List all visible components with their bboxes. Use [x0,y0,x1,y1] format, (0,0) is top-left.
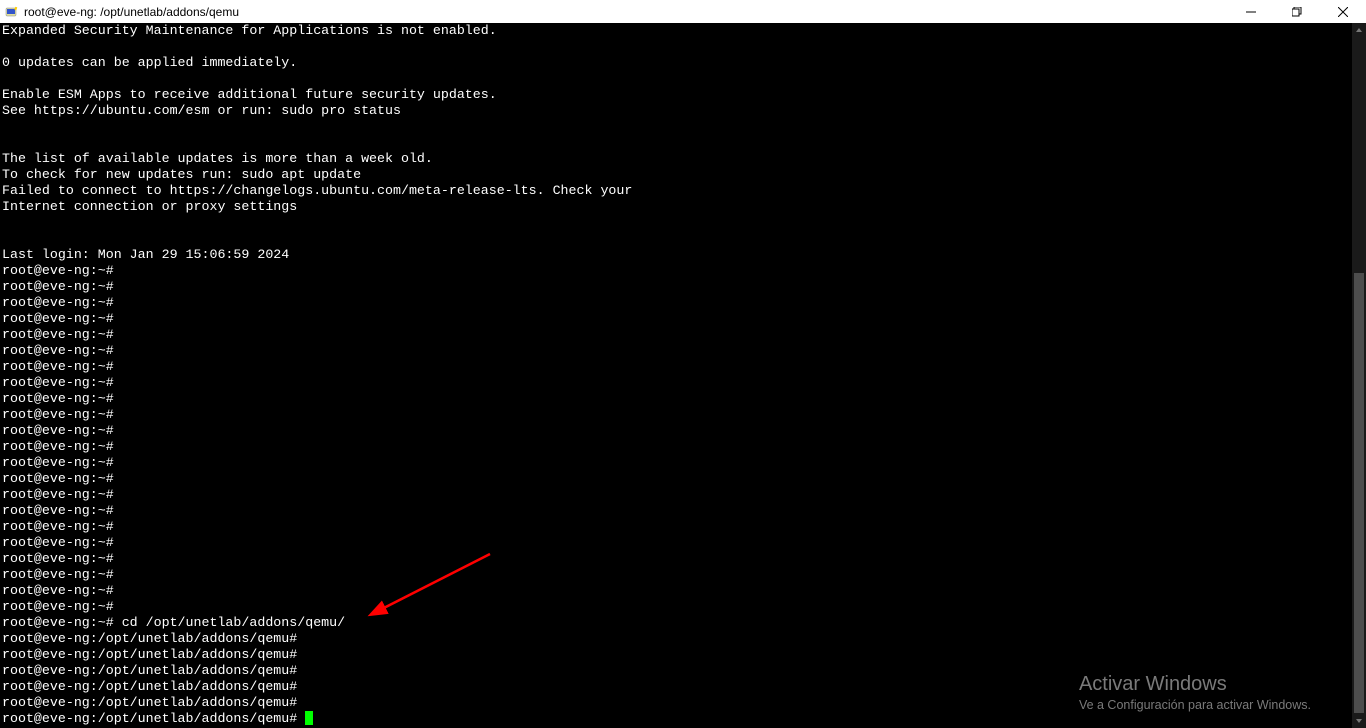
maximize-button[interactable] [1274,0,1320,23]
terminal-output[interactable]: Expanded Security Maintenance for Applic… [0,23,1354,728]
scroll-thumb[interactable] [1354,273,1364,713]
scroll-down-arrow[interactable] [1352,714,1366,728]
window-controls [1228,0,1366,23]
scroll-up-arrow[interactable] [1352,23,1366,37]
terminal-cursor [305,711,313,725]
window-title: root@eve-ng: /opt/unetlab/addons/qemu [24,5,239,19]
putty-icon [4,4,20,20]
vertical-scrollbar[interactable] [1352,23,1366,728]
minimize-button[interactable] [1228,0,1274,23]
close-button[interactable] [1320,0,1366,23]
window-titlebar: root@eve-ng: /opt/unetlab/addons/qemu [0,0,1366,23]
